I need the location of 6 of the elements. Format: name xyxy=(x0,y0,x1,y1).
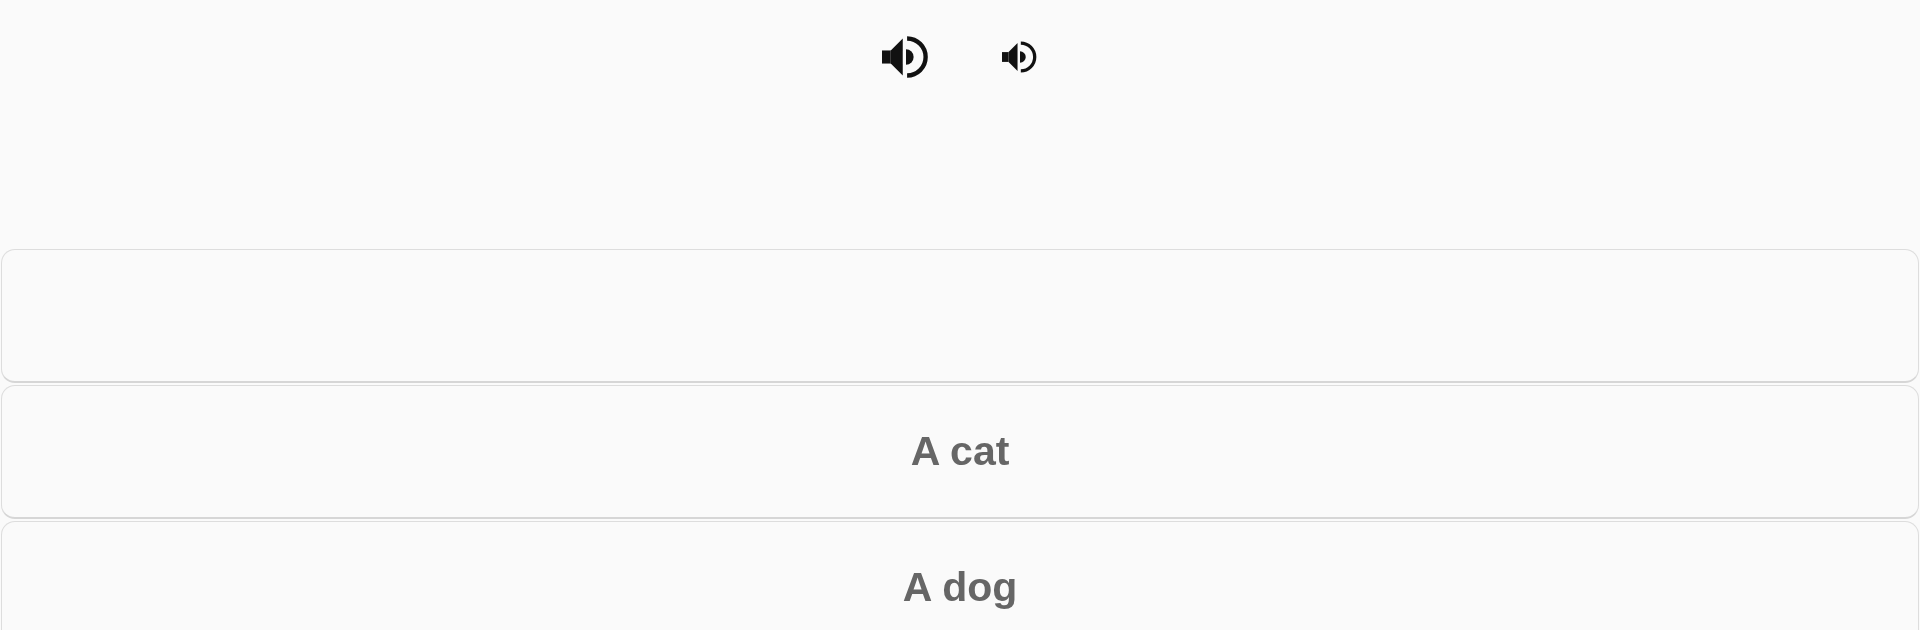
speaker-icon xyxy=(882,33,930,81)
answer-option[interactable]: A cat xyxy=(1,385,1919,519)
speaker-button[interactable] xyxy=(1002,39,1038,75)
answer-option[interactable]: A dog xyxy=(1,521,1919,630)
speaker-icon xyxy=(1002,39,1038,75)
speaker-button[interactable] xyxy=(882,33,930,81)
